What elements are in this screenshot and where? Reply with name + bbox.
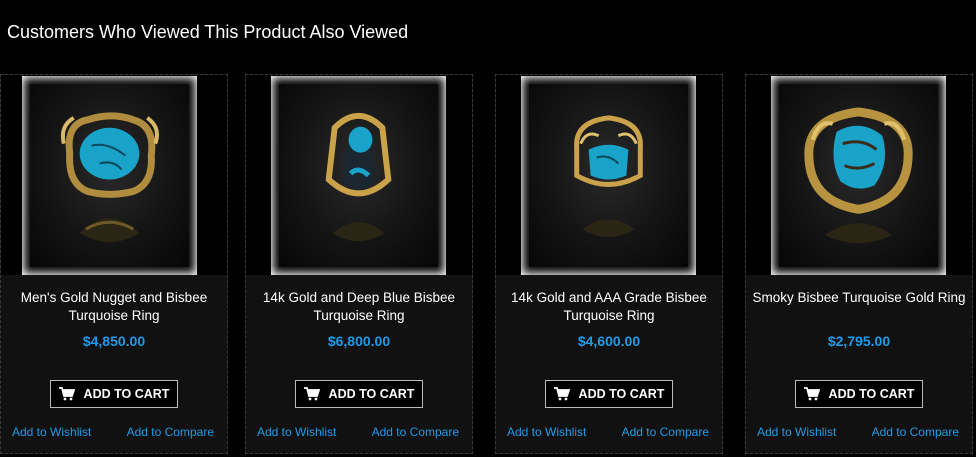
product-name[interactable]: Smoky Bisbee Turquoise Gold Ring bbox=[746, 289, 972, 307]
product-price: $6,800.00 bbox=[327, 333, 391, 349]
product-name[interactable]: Men's Gold Nugget and Bisbee Turquoise R… bbox=[1, 289, 227, 325]
product-card: Men's Gold Nugget and Bisbee Turquoise R… bbox=[0, 74, 228, 454]
product-grid: Men's Gold Nugget and Bisbee Turquoise R… bbox=[0, 74, 976, 457]
add-to-cart-label: ADD TO CART bbox=[828, 387, 915, 401]
product-price: $4,600.00 bbox=[577, 333, 641, 349]
section-title: Customers Who Viewed This Product Also V… bbox=[7, 22, 409, 42]
add-to-cart-button[interactable]: ADD TO CART bbox=[545, 380, 673, 408]
add-to-wishlist-link[interactable]: Add to Wishlist bbox=[12, 425, 91, 439]
add-to-cart-button[interactable]: ADD TO CART bbox=[50, 380, 178, 408]
add-to-cart-button[interactable]: ADD TO CART bbox=[295, 380, 423, 408]
product-image[interactable] bbox=[521, 76, 696, 275]
product-card: 14k Gold and Deep Blue Bisbee Turquoise … bbox=[245, 74, 473, 454]
product-name[interactable]: 14k Gold and Deep Blue Bisbee Turquoise … bbox=[246, 289, 472, 325]
product-image[interactable] bbox=[271, 76, 446, 275]
add-to-compare-link[interactable]: Add to Compare bbox=[372, 425, 459, 439]
shopping-cart-icon bbox=[553, 387, 570, 401]
add-to-cart-label: ADD TO CART bbox=[328, 387, 415, 401]
product-name[interactable]: 14k Gold and AAA Grade Bisbee Turquoise … bbox=[496, 289, 722, 325]
shopping-cart-icon bbox=[303, 387, 320, 401]
product-image[interactable] bbox=[22, 76, 197, 275]
add-to-wishlist-link[interactable]: Add to Wishlist bbox=[757, 425, 836, 439]
add-to-wishlist-link[interactable]: Add to Wishlist bbox=[257, 425, 336, 439]
add-to-cart-label: ADD TO CART bbox=[83, 387, 170, 401]
ring-image bbox=[804, 107, 913, 244]
add-to-wishlist-link[interactable]: Add to Wishlist bbox=[507, 425, 586, 439]
add-to-compare-link[interactable]: Add to Compare bbox=[622, 425, 709, 439]
ring-image bbox=[60, 112, 159, 243]
product-price: $4,850.00 bbox=[82, 333, 146, 349]
add-to-cart-label: ADD TO CART bbox=[578, 387, 665, 401]
add-to-compare-link[interactable]: Add to Compare bbox=[127, 425, 214, 439]
ring-image bbox=[325, 112, 392, 242]
add-to-cart-button[interactable]: ADD TO CART bbox=[795, 380, 923, 408]
shopping-cart-icon bbox=[803, 387, 820, 401]
ring-image bbox=[574, 115, 643, 238]
product-image[interactable] bbox=[771, 76, 946, 275]
product-card: 14k Gold and AAA Grade Bisbee Turquoise … bbox=[495, 74, 723, 454]
shopping-cart-icon bbox=[58, 387, 75, 401]
product-card: Smoky Bisbee Turquoise Gold Ring $2,795.… bbox=[745, 74, 973, 454]
product-price: $2,795.00 bbox=[827, 333, 891, 349]
add-to-compare-link[interactable]: Add to Compare bbox=[872, 425, 959, 439]
